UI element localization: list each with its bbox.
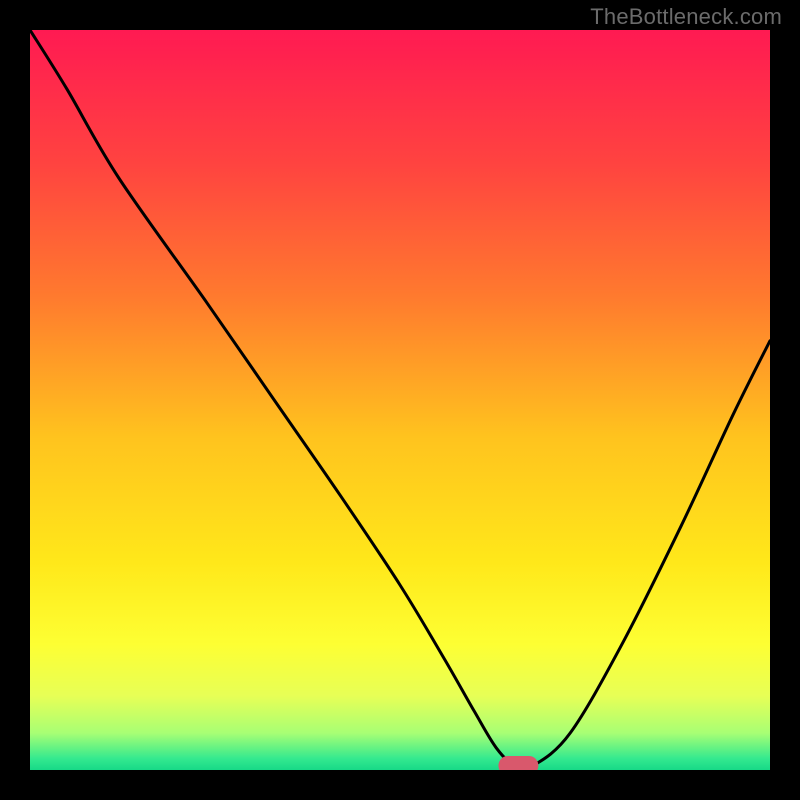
chart-svg xyxy=(30,30,770,770)
gradient-background xyxy=(30,30,770,770)
watermark-text: TheBottleneck.com xyxy=(590,4,782,30)
optimal-marker xyxy=(498,756,538,770)
plot-area xyxy=(30,30,770,770)
chart-frame: TheBottleneck.com xyxy=(0,0,800,800)
